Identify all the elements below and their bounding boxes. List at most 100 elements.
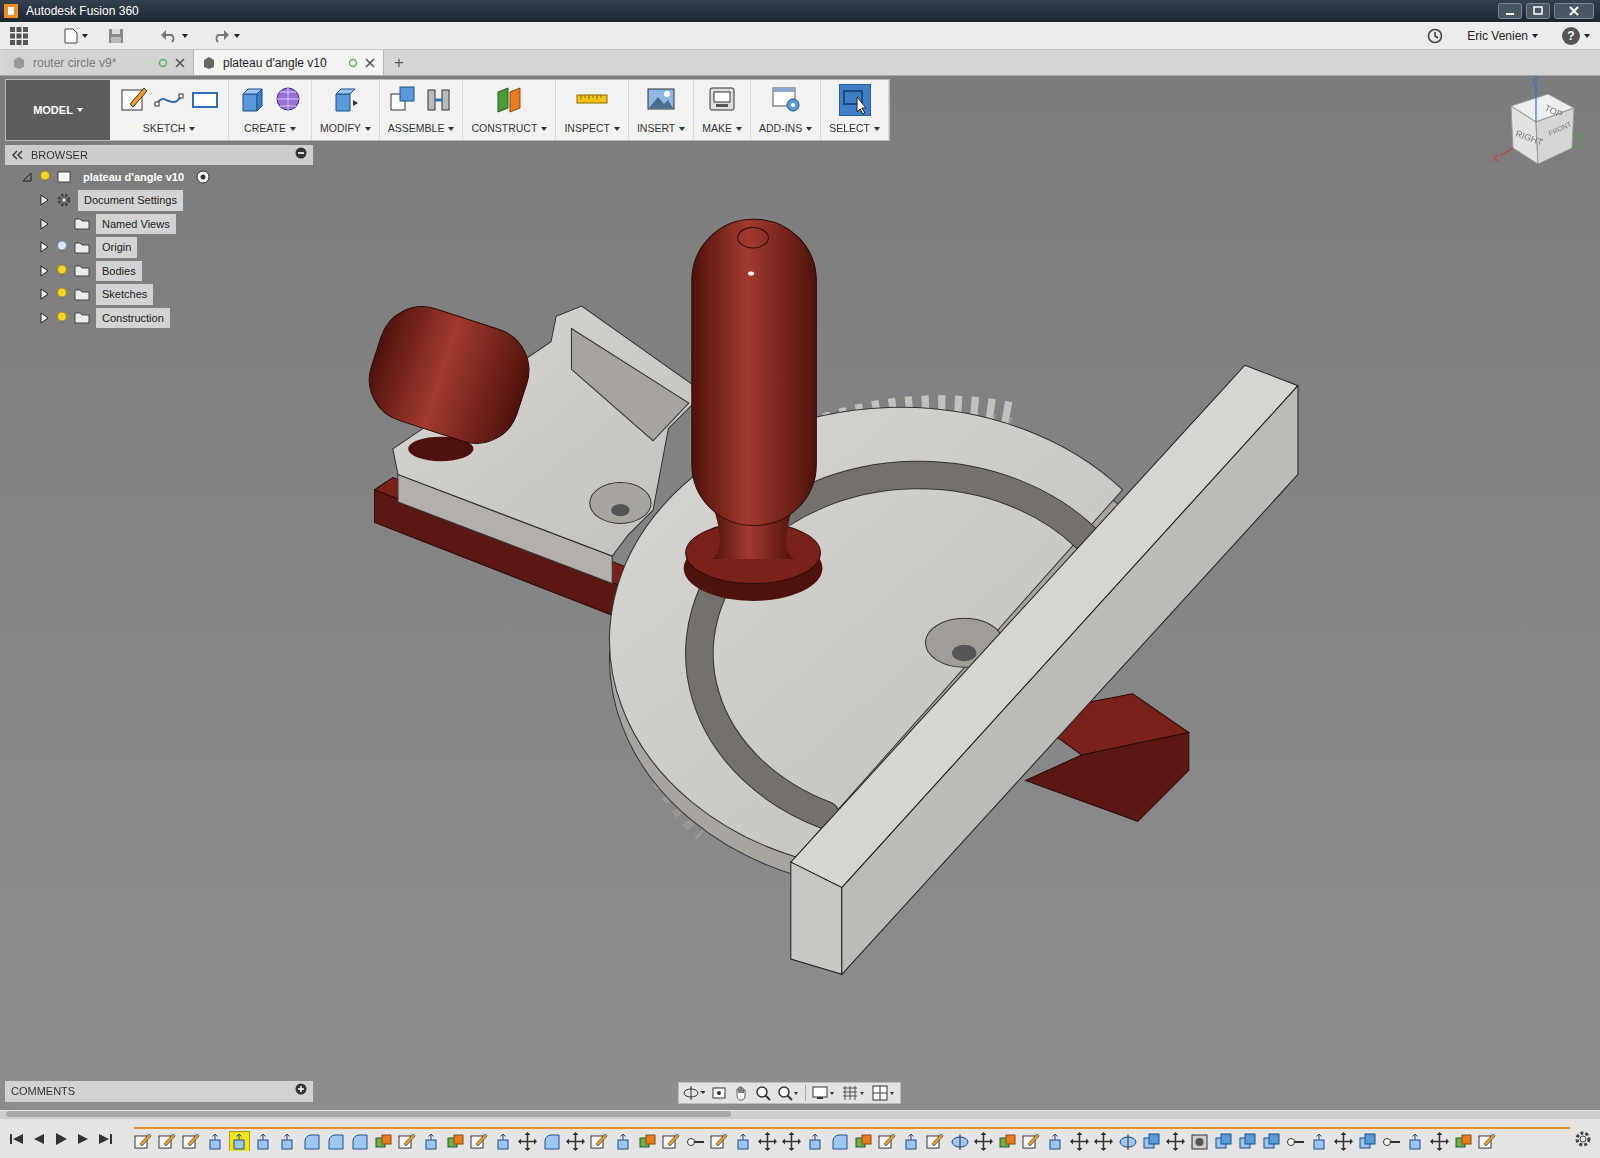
- user-menu[interactable]: Eric Venien: [1467, 27, 1538, 45]
- timeline-feature-icon[interactable]: [1166, 1132, 1185, 1151]
- save-icon[interactable]: [108, 28, 124, 44]
- timeline-feature-icon[interactable]: [158, 1132, 177, 1151]
- file-menu[interactable]: [60, 26, 92, 46]
- minimize-panel-icon[interactable]: [295, 147, 307, 159]
- timeline-feature-icon[interactable]: [782, 1132, 801, 1151]
- expand-toggle-icon[interactable]: [38, 241, 50, 253]
- timeline-feature-icon[interactable]: [446, 1132, 465, 1151]
- timeline-feature-icon[interactable]: [1406, 1132, 1425, 1151]
- timeline-feature-icon[interactable]: [1382, 1132, 1401, 1151]
- timeline-feature-icon[interactable]: [278, 1132, 297, 1151]
- ribbon-group[interactable]: INSERT: [629, 80, 694, 140]
- document-tab[interactable]: router circle v9*: [4, 50, 194, 75]
- expand-toggle-icon[interactable]: [38, 312, 50, 324]
- timeline-feature-icon[interactable]: [1430, 1132, 1449, 1151]
- ribbon-tool-icon[interactable]: [190, 84, 220, 114]
- close-tab-icon[interactable]: [365, 58, 375, 68]
- tree-item[interactable]: Document Settings: [5, 189, 313, 213]
- ribbon-tool-icon[interactable]: [154, 84, 184, 114]
- ribbon-group[interactable]: MODIFY: [312, 80, 380, 140]
- ribbon-tool-icon[interactable]: [707, 84, 737, 114]
- timeline-feature-icon[interactable]: [1262, 1132, 1281, 1151]
- close-icon[interactable]: [1554, 3, 1594, 19]
- grid-settings-icon[interactable]: [842, 1085, 866, 1101]
- timeline-feature-icon[interactable]: [566, 1132, 585, 1151]
- viewports-icon[interactable]: [872, 1085, 896, 1101]
- timeline-feature-icon[interactable]: [830, 1132, 849, 1151]
- new-tab-button[interactable]: +: [384, 50, 414, 76]
- ribbon-tool-icon[interactable]: [839, 84, 871, 116]
- timeline-feature-icon[interactable]: [542, 1132, 561, 1151]
- ribbon-group[interactable]: SELECT: [821, 80, 889, 140]
- zoom-window-icon[interactable]: [777, 1085, 799, 1101]
- pan-icon[interactable]: [733, 1085, 749, 1101]
- ribbon-tool-icon[interactable]: [273, 84, 303, 114]
- timeline-feature-icon[interactable]: [662, 1132, 681, 1151]
- expand-toggle-icon[interactable]: [38, 194, 50, 206]
- next-step-icon[interactable]: [74, 1131, 92, 1147]
- expand-toggle-icon[interactable]: [38, 218, 50, 230]
- timeline-feature-icon[interactable]: [1094, 1132, 1113, 1151]
- play-icon[interactable]: [52, 1131, 70, 1147]
- tree-item[interactable]: Construction: [5, 306, 313, 330]
- timeline-feature-icon[interactable]: [1214, 1132, 1233, 1151]
- timeline-feature-icon[interactable]: [902, 1132, 921, 1151]
- previous-step-icon[interactable]: [30, 1131, 48, 1147]
- ribbon-tool-icon[interactable]: [237, 84, 267, 114]
- visibility-bulb-icon[interactable]: [39, 170, 51, 184]
- timeline-feature-icon[interactable]: [1358, 1132, 1377, 1151]
- go-to-start-icon[interactable]: [8, 1131, 26, 1147]
- visibility-bulb-icon[interactable]: [56, 287, 68, 301]
- timeline-scrollbar[interactable]: [0, 1111, 1600, 1119]
- redo-button[interactable]: [208, 27, 244, 45]
- activate-component-icon[interactable]: [196, 170, 210, 184]
- timeline-feature-icon[interactable]: [1334, 1132, 1353, 1151]
- display-settings-icon[interactable]: [812, 1085, 836, 1101]
- ribbon-tool-icon[interactable]: [388, 84, 418, 114]
- timeline-feature-icon[interactable]: [998, 1132, 1017, 1151]
- zoom-icon[interactable]: [755, 1085, 771, 1101]
- orbit-icon[interactable]: [683, 1085, 705, 1101]
- visibility-bulb-icon[interactable]: [56, 240, 68, 254]
- timeline-feature-icon[interactable]: [374, 1132, 393, 1151]
- timeline-feature-icon[interactable]: [326, 1132, 345, 1151]
- canvas-area[interactable]: MODELSKETCHCREATEMODIFYASSEMBLECONSTRUCT…: [0, 76, 1600, 1110]
- model-viewport[interactable]: [0, 0, 1600, 1158]
- apps-grid-icon[interactable]: [10, 27, 28, 45]
- ribbon-tool-icon[interactable]: [771, 84, 801, 114]
- timeline-feature-icon[interactable]: [206, 1132, 225, 1151]
- timeline-feature-icon[interactable]: [734, 1132, 753, 1151]
- expand-toggle-icon[interactable]: [21, 171, 33, 183]
- tree-item[interactable]: Bodies: [5, 259, 313, 283]
- timeline-feature-icon[interactable]: [614, 1132, 633, 1151]
- timeline-feature-icon[interactable]: [1118, 1132, 1137, 1151]
- timeline-feature-icon[interactable]: [1286, 1132, 1305, 1151]
- ribbon-tool-icon[interactable]: [330, 84, 360, 114]
- timeline-feature-icon[interactable]: [470, 1132, 489, 1151]
- timeline-feature-icon[interactable]: [230, 1132, 249, 1151]
- timeline-feature-icon[interactable]: [638, 1132, 657, 1151]
- timeline-feature-icon[interactable]: [950, 1132, 969, 1151]
- visibility-bulb-icon[interactable]: [56, 311, 68, 325]
- ribbon-tool-icon[interactable]: [118, 84, 148, 114]
- ribbon-group[interactable]: ADD-INS: [751, 80, 821, 140]
- timeline-feature-icon[interactable]: [1022, 1132, 1041, 1151]
- timeline-feature-icon[interactable]: [1454, 1132, 1473, 1151]
- timeline-feature-icon[interactable]: [302, 1132, 321, 1151]
- ribbon-group[interactable]: SKETCH: [110, 80, 229, 140]
- help-menu[interactable]: ?: [1562, 27, 1590, 45]
- ribbon-group[interactable]: CONSTRUCT: [463, 80, 556, 140]
- document-tab[interactable]: plateau d'angle v10: [194, 50, 384, 75]
- ribbon-tool-icon[interactable]: [424, 84, 454, 114]
- look-at-icon[interactable]: [711, 1085, 727, 1101]
- cube-face-label[interactable]: FRONT: [1547, 120, 1572, 137]
- tree-item[interactable]: Origin: [5, 236, 313, 260]
- collapse-panel-icon[interactable]: [11, 150, 23, 160]
- ribbon-tool-icon[interactable]: [646, 84, 676, 114]
- visibility-bulb-icon[interactable]: [56, 264, 68, 278]
- timeline-feature-icon[interactable]: [1238, 1132, 1257, 1151]
- ribbon-group[interactable]: MAKE: [694, 80, 751, 140]
- timeline-feature-icon[interactable]: [974, 1132, 993, 1151]
- timeline-feature-icon[interactable]: [854, 1132, 873, 1151]
- go-to-end-icon[interactable]: [96, 1131, 114, 1147]
